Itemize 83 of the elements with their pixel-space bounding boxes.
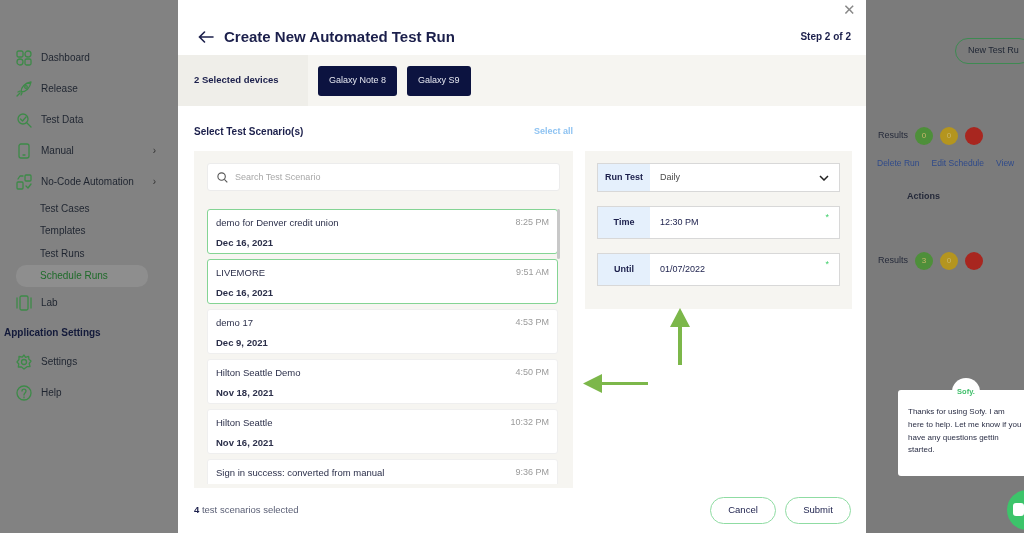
- step-indicator: Step 2 of 2: [800, 30, 851, 44]
- arrow-drawing: [669, 307, 691, 366]
- field-label: Until: [598, 254, 650, 285]
- help-icon: [16, 384, 32, 401]
- chat-message: Thanks for using Sofy. I am here to help. Let me know if you have any questions gettin started.: [908, 406, 1022, 457]
- scenario-date: Dec 16, 2021: [216, 236, 275, 251]
- input-field[interactable]: Time 12:30 PM *: [597, 206, 840, 239]
- scenario-card[interactable]: LIVEMORE Dec 16, 2021 9:51 AM: [207, 259, 558, 304]
- scenario-name: demo 17: [216, 316, 254, 330]
- field-value: 01/07/2022: [660, 262, 706, 276]
- section-title: Application Settings: [3, 326, 102, 340]
- result-badge: 3: [915, 252, 933, 270]
- sidebar-item[interactable]: Test Data: [41, 112, 84, 127]
- devices-label: 2 Selected devices: [178, 55, 308, 106]
- selection-summary: 4 test scenarios selected: [194, 503, 299, 518]
- results-label: Results: [878, 254, 908, 268]
- sidebar-item[interactable]: Manual: [41, 143, 74, 158]
- magnifier-icon: [16, 111, 32, 128]
- action-link[interactable]: View: [996, 157, 1015, 170]
- arrow-drawing: [582, 373, 649, 394]
- sidebar-item[interactable]: Dashboard: [41, 50, 90, 65]
- chat-icon[interactable]: [1005, 490, 1024, 530]
- search-field[interactable]: Search Test Scenario: [207, 163, 560, 191]
- required-mark: *: [825, 211, 829, 224]
- field-value: 12:30 PM: [660, 215, 699, 229]
- chevron-icon: ›: [152, 174, 156, 189]
- chevron-down-icon: [819, 174, 829, 181]
- action-link[interactable]: Edit Schedule: [931, 157, 984, 170]
- scenario-time: 9:36 PM: [515, 466, 549, 479]
- settings-icon: [16, 353, 32, 370]
- scenario-card[interactable]: demo for Denver credit union Dec 16, 2021 8:25 PM: [207, 209, 558, 254]
- action-link[interactable]: Delete Run: [877, 157, 920, 170]
- sidebar-item[interactable]: No-Code Automation: [41, 174, 134, 189]
- scenario-time: 10:32 PM: [510, 416, 549, 429]
- column-header: Actions: [907, 190, 940, 203]
- shapes-icon: [16, 173, 32, 190]
- device-chip[interactable]: Galaxy Note 8: [318, 65, 398, 96]
- submenu-item[interactable]: Templates: [16, 219, 148, 242]
- section-heading: Select Test Scenario(s): [194, 125, 304, 139]
- submenu-item[interactable]: Test Runs: [16, 242, 148, 265]
- field-value: Daily: [660, 170, 680, 184]
- submenu-item[interactable]: Test Cases: [16, 197, 148, 220]
- grid-icon: [16, 49, 32, 66]
- results-label: Results: [878, 129, 908, 143]
- scenario-name: Hilton Seattle Demo: [216, 366, 301, 380]
- phone-icon: [16, 142, 32, 159]
- result-badge: 0: [915, 127, 933, 145]
- scenario-date: Nov 18, 2021: [216, 386, 275, 401]
- tablet-icon: [16, 294, 32, 311]
- back-arrow-icon[interactable]: [198, 30, 214, 43]
- close-button[interactable]: ✕: [843, 2, 856, 17]
- device-chip[interactable]: Galaxy S9: [407, 65, 471, 96]
- field-label: Time: [598, 207, 650, 238]
- scenario-card[interactable]: Hilton Seattle Demo Nov 18, 2021 4:50 PM: [207, 359, 558, 404]
- scenario-date: Nov 16, 2021: [216, 436, 274, 451]
- select-field[interactable]: Run Test Daily: [597, 163, 840, 192]
- scenario-time: 9:51 AM: [515, 266, 549, 279]
- scenario-date: Dec 9, 2021: [216, 336, 268, 351]
- rocket-icon: [16, 80, 32, 97]
- scenario-name: Hilton Seattle: [216, 416, 274, 430]
- scenario-name: demo for Denver credit union: [216, 216, 339, 230]
- scenario-card[interactable]: demo 17 Dec 9, 2021 4:53 PM: [207, 309, 558, 354]
- scenario-card[interactable]: Sign in success: converted from manual 9:36 PM: [207, 459, 558, 484]
- scenario-name: LIVEMORE: [216, 266, 267, 280]
- scenario-time: 4:50 PM: [515, 366, 549, 379]
- scrollbar[interactable]: [557, 209, 560, 259]
- required-mark: *: [825, 258, 829, 271]
- scenario-time: 4:53 PM: [515, 316, 549, 329]
- input-field[interactable]: Until 01/07/2022 *: [597, 253, 840, 286]
- scenario-name: Sign in success: converted from manual: [216, 466, 385, 480]
- cancel-button[interactable]: Cancel: [710, 497, 776, 524]
- sidebar-item[interactable]: Help: [41, 385, 62, 400]
- submit-button[interactable]: Submit: [785, 497, 851, 524]
- scenario-card[interactable]: Hilton Seattle Nov 16, 2021 10:32 PM: [207, 409, 558, 454]
- field-label: Run Test: [598, 164, 650, 191]
- sidebar-item[interactable]: Release: [41, 81, 78, 96]
- dialog-title: Create New Automated Test Run: [224, 27, 455, 46]
- submenu-item[interactable]: Schedule Runs: [16, 264, 148, 287]
- scenario-date: Dec 16, 2021: [216, 286, 274, 301]
- chevron-icon: ›: [152, 143, 156, 158]
- sidebar-item[interactable]: Lab: [41, 295, 58, 310]
- scenario-time: 8:25 PM: [515, 216, 549, 229]
- sidebar-item[interactable]: Settings: [41, 354, 78, 369]
